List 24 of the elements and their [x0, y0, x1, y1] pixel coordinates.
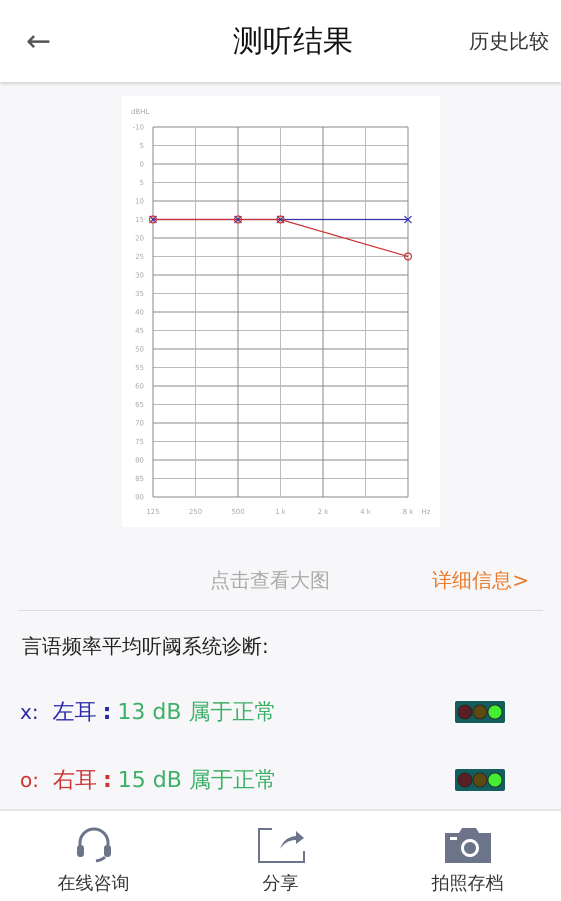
colon: :: [102, 700, 112, 724]
colon: :: [102, 768, 112, 792]
page-title: 测听结果: [233, 22, 354, 60]
traffic-light-icon: [455, 769, 505, 791]
bottom-tab[interactable]: 拍照存档: [388, 827, 548, 895]
ear-name: 右耳: [52, 767, 97, 795]
crossed-circle-marker: [276, 215, 284, 224]
back-button[interactable]: ←: [20, 24, 58, 58]
ear-result: 15 dB 属于正常: [118, 767, 278, 795]
crossed-circle-marker: [233, 215, 242, 224]
share-icon: [256, 827, 306, 863]
ear-result: 13 dB 属于正常: [117, 699, 278, 727]
camera-icon: [442, 827, 492, 863]
traffic-light-icon: [455, 701, 505, 723]
diagnosis-title: 言语频率平均听阈系统诊断:: [21, 633, 270, 660]
ear-name: 左耳: [52, 699, 97, 727]
crossed-circle-marker: [148, 215, 157, 224]
bottom-tab[interactable]: 分享: [200, 827, 360, 895]
bottom-tab[interactable]: 在线咨询: [14, 827, 174, 895]
history-compare-button[interactable]: 历史比较: [468, 28, 549, 54]
cross-marker: [403, 215, 412, 224]
ear-symbol: x:: [20, 700, 39, 724]
ear-symbol: o:: [20, 768, 39, 792]
circle-marker: [403, 252, 412, 261]
